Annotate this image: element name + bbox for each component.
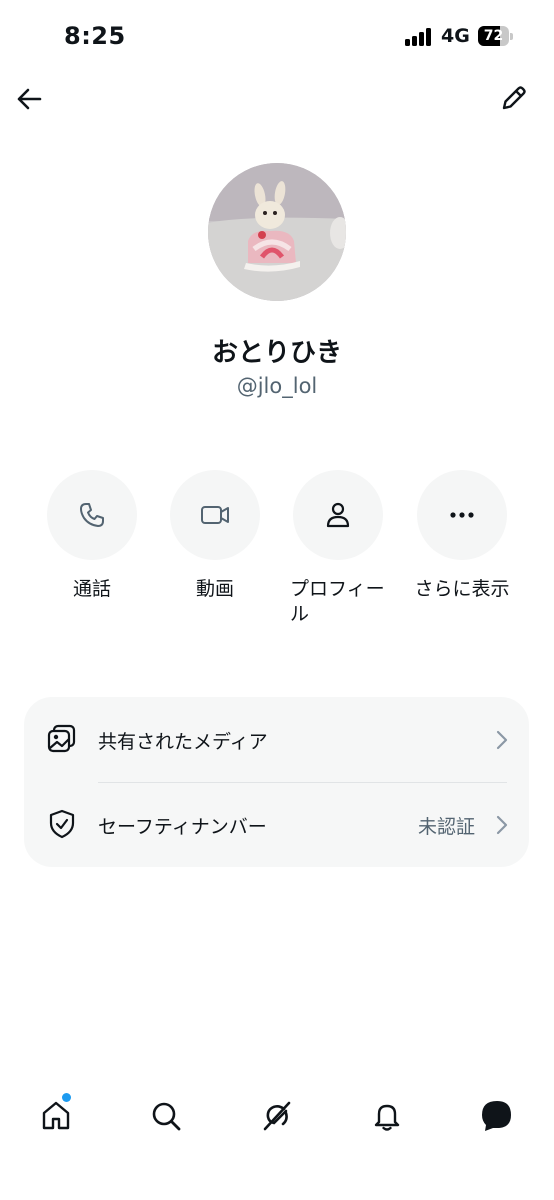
user-handle: @jlo_lol bbox=[236, 374, 318, 398]
profile-label: プロフィール bbox=[290, 578, 385, 625]
video-button-circle[interactable] bbox=[170, 470, 260, 560]
signal-strength-icon bbox=[405, 28, 435, 46]
conversation-info-screen: 8:25 4G 72 おとりひき @jlo_lol 通話 動画 プロフィール さ… bbox=[0, 0, 554, 1200]
call-button[interactable]: 通話 bbox=[36, 470, 148, 602]
settings-card: 共有されたメディア セーフティナンバー 未認証 bbox=[24, 697, 529, 867]
tab-search[interactable] bbox=[146, 1096, 186, 1136]
arrow-left-icon bbox=[17, 88, 42, 110]
avatar[interactable] bbox=[208, 163, 346, 301]
video-camera-icon bbox=[201, 506, 229, 524]
shared-media-row[interactable]: 共有されたメディア bbox=[24, 697, 529, 782]
display-name: おとりひき bbox=[211, 338, 342, 368]
tab-notifications[interactable] bbox=[367, 1096, 407, 1136]
safety-number-row[interactable]: セーフティナンバー 未認証 bbox=[24, 782, 529, 867]
grok-icon bbox=[263, 1101, 291, 1131]
messages-icon bbox=[482, 1101, 511, 1131]
chevron-right-icon bbox=[496, 815, 508, 835]
video-call-button[interactable]: 動画 bbox=[159, 470, 271, 602]
verification-status: 未認証 bbox=[417, 816, 475, 838]
search-icon bbox=[152, 1102, 181, 1131]
status-time: 8:25 bbox=[64, 22, 126, 50]
tab-messages[interactable] bbox=[477, 1096, 517, 1136]
notification-dot bbox=[62, 1093, 71, 1102]
more-button[interactable]: さらに表示 bbox=[406, 470, 518, 602]
media-gallery-icon bbox=[47, 724, 76, 753]
more-dots-icon bbox=[450, 512, 474, 518]
shield-check-icon bbox=[49, 809, 75, 839]
edit-button[interactable] bbox=[496, 80, 532, 116]
avatar-photo bbox=[208, 163, 346, 301]
shared-media-label: 共有されたメディア bbox=[98, 731, 268, 753]
profile-button[interactable]: プロフィール bbox=[282, 470, 394, 627]
battery-icon: 72 bbox=[478, 26, 513, 46]
status-bar: 8:25 4G 72 bbox=[0, 0, 554, 74]
back-button[interactable] bbox=[12, 82, 46, 116]
safety-number-label: セーフティナンバー bbox=[98, 816, 267, 838]
chevron-right-icon bbox=[496, 730, 508, 750]
home-icon bbox=[42, 1101, 70, 1130]
network-type: 4G bbox=[441, 25, 470, 47]
notifications-bell-icon bbox=[374, 1104, 400, 1131]
tab-home[interactable] bbox=[36, 1093, 76, 1136]
phone-icon bbox=[80, 503, 104, 527]
call-button-circle[interactable] bbox=[47, 470, 137, 560]
battery-level: 72 bbox=[483, 28, 504, 44]
pencil-icon bbox=[502, 86, 526, 110]
video-label: 動画 bbox=[195, 578, 234, 600]
call-label: 通話 bbox=[72, 578, 111, 600]
tab-grok[interactable] bbox=[257, 1096, 297, 1136]
person-icon bbox=[326, 502, 350, 528]
profile-button-circle[interactable] bbox=[293, 470, 383, 560]
more-label: さらに表示 bbox=[414, 578, 510, 600]
more-button-circle[interactable] bbox=[417, 470, 507, 560]
bottom-tab-bar bbox=[0, 1084, 554, 1148]
